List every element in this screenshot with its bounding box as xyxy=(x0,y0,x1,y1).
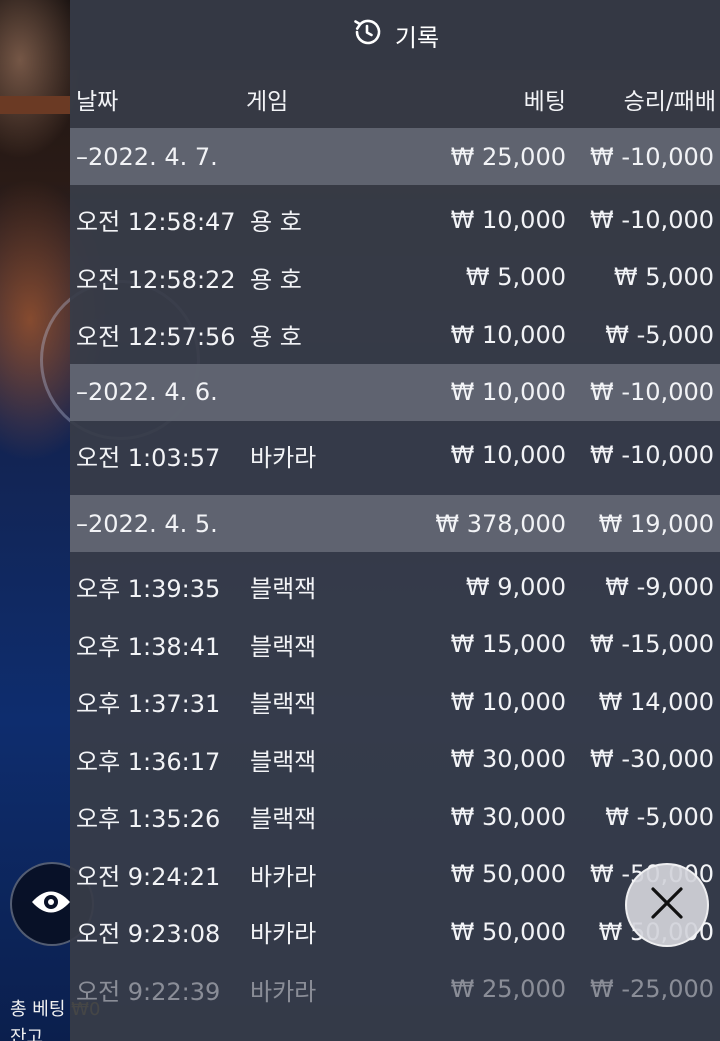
group-date: –2022. 4. 6. xyxy=(76,378,218,406)
row-winloss: ₩ -5,000 xyxy=(605,320,714,349)
date-group-row[interactable]: –2022. 4. 7. ₩ 25,000 ₩ -10,000 xyxy=(70,128,720,185)
history-row[interactable]: 오전 9:22:39 바카라 ₩ 25,000 ₩ -25,000 xyxy=(70,961,720,1019)
row-game: 블랙잭 xyxy=(250,747,317,776)
table-edge xyxy=(0,96,70,114)
row-game: 블랙잭 xyxy=(250,632,317,661)
row-winloss: ₩ -30,000 xyxy=(590,745,714,774)
history-row[interactable]: 오전 1:03:57 바카라 ₩ 10,000 ₩ -10,000 xyxy=(70,427,720,485)
row-bet: ₩ 9,000 xyxy=(465,572,566,601)
column-date: 날짜 xyxy=(76,89,119,115)
row-game: 블랙잭 xyxy=(250,690,317,719)
row-game: 바카라 xyxy=(250,977,317,1006)
row-game: 블랙잭 xyxy=(250,805,317,834)
row-bet: ₩ 15,000 xyxy=(450,630,566,659)
group-winloss-total: ₩ 19,000 xyxy=(598,509,714,538)
history-row[interactable]: 오전 12:58:47 용 호 ₩ 10,000 ₩ -10,000 xyxy=(70,191,720,249)
row-time: 오후 1:39:35 xyxy=(76,575,221,604)
eye-icon xyxy=(30,887,72,921)
row-bet: ₩ 10,000 xyxy=(450,687,566,716)
row-game: 바카라 xyxy=(250,443,317,472)
row-time: 오전 9:24:21 xyxy=(76,862,221,891)
date-group-row[interactable]: –2022. 4. 6. ₩ 10,000 ₩ -10,000 xyxy=(70,363,720,421)
panel-header: 기록 xyxy=(70,0,720,70)
row-bet: ₩ 30,000 xyxy=(450,802,566,831)
row-winloss: ₩ -5,000 xyxy=(605,802,714,831)
group-bet-total: ₩ 25,000 xyxy=(450,142,566,171)
date-group-row[interactable]: –2022. 4. 5. ₩ 378,000 ₩ 19,000 xyxy=(70,495,720,552)
column-header: 날짜 게임 베팅 승리/패배 xyxy=(70,70,720,128)
row-winloss: ₩ 5,000 xyxy=(613,263,714,292)
history-panel: 기록 날짜 게임 베팅 승리/패배 –2022. 4. 7. ₩ 25,000 … xyxy=(70,0,720,1041)
group-bet-total: ₩ 378,000 xyxy=(435,509,566,538)
row-time: 오후 1:38:41 xyxy=(76,632,221,661)
row-time: 오전 12:57:56 xyxy=(76,323,236,352)
row-time: 오전 12:58:22 xyxy=(76,265,236,294)
row-bet: ₩ 25,000 xyxy=(450,975,566,1004)
history-row[interactable]: 오전 9:23:08 바카라 ₩ 50,000 ₩ 50,000 xyxy=(70,903,720,961)
row-bet: ₩ 5,000 xyxy=(465,263,566,292)
row-winloss: ₩ -9,000 xyxy=(605,572,714,601)
history-row[interactable]: 오후 1:37:31 블랙잭 ₩ 10,000 ₩ 14,000 xyxy=(70,673,720,731)
history-row[interactable]: 오전 9:24:21 바카라 ₩ 50,000 ₩ -50,000 xyxy=(70,846,720,904)
row-time: 오전 12:58:47 xyxy=(76,208,236,237)
row-bet: ₩ 30,000 xyxy=(450,745,566,774)
row-winloss: ₩ -10,000 xyxy=(590,441,714,470)
history-row[interactable]: 오후 1:35:26 블랙잭 ₩ 30,000 ₩ -5,000 xyxy=(70,788,720,846)
history-row[interactable]: 오전 12:58:22 용 호 ₩ 5,000 ₩ 5,000 xyxy=(70,249,720,307)
row-time: 오후 1:36:17 xyxy=(76,747,221,776)
row-game: 블랙잭 xyxy=(250,575,317,604)
history-row[interactable]: 오후 1:38:41 블랙잭 ₩ 15,000 ₩ -15,000 xyxy=(70,616,720,674)
history-row[interactable]: 오후 1:36:17 블랙잭 ₩ 30,000 ₩ -30,000 xyxy=(70,731,720,789)
group-date: –2022. 4. 7. xyxy=(76,142,218,171)
total-bet-label: 총 베팅 xyxy=(10,999,66,1020)
row-bet: ₩ 10,000 xyxy=(450,320,566,349)
row-game: 바카라 xyxy=(250,862,317,891)
history-clock-icon xyxy=(351,16,383,54)
row-bet: ₩ 10,000 xyxy=(450,441,566,470)
history-row[interactable]: 오전 12:57:56 용 호 ₩ 10,000 ₩ -5,000 xyxy=(70,306,720,364)
row-bet: ₩ 50,000 xyxy=(450,860,566,889)
row-winloss: ₩ -15,000 xyxy=(590,630,714,659)
group-bet-total: ₩ 10,000 xyxy=(450,378,566,406)
row-winloss: ₩ -10,000 xyxy=(590,205,714,234)
group-winloss-total: ₩ -10,000 xyxy=(590,378,714,406)
row-time: 오전 9:23:08 xyxy=(76,920,221,949)
row-bet: ₩ 50,000 xyxy=(450,917,566,946)
close-icon xyxy=(649,885,685,925)
row-time: 오후 1:37:31 xyxy=(76,690,221,719)
row-game: 용 호 xyxy=(250,208,302,237)
row-time: 오후 1:35:26 xyxy=(76,805,221,834)
row-game: 바카라 xyxy=(250,920,317,949)
row-winloss: ₩ -25,000 xyxy=(590,975,714,1004)
balance-label: 잔고 xyxy=(10,1027,44,1041)
row-game: 용 호 xyxy=(250,323,302,352)
panel-title: 기록 xyxy=(394,23,440,52)
row-game: 용 호 xyxy=(250,265,302,294)
row-winloss: ₩ 14,000 xyxy=(598,687,714,716)
group-winloss-total: ₩ -10,000 xyxy=(590,142,714,171)
row-time: 오전 9:22:39 xyxy=(76,977,221,1006)
history-row[interactable]: 오후 1:39:35 블랙잭 ₩ 9,000 ₩ -9,000 xyxy=(70,558,720,616)
row-bet: ₩ 10,000 xyxy=(450,205,566,234)
column-game: 게임 xyxy=(246,89,289,115)
row-time: 오전 1:03:57 xyxy=(76,443,221,472)
close-button[interactable] xyxy=(625,863,709,947)
column-winloss: 승리/패배 xyxy=(623,89,716,115)
column-bet: 베팅 xyxy=(523,89,566,115)
group-date: –2022. 4. 5. xyxy=(76,509,218,538)
